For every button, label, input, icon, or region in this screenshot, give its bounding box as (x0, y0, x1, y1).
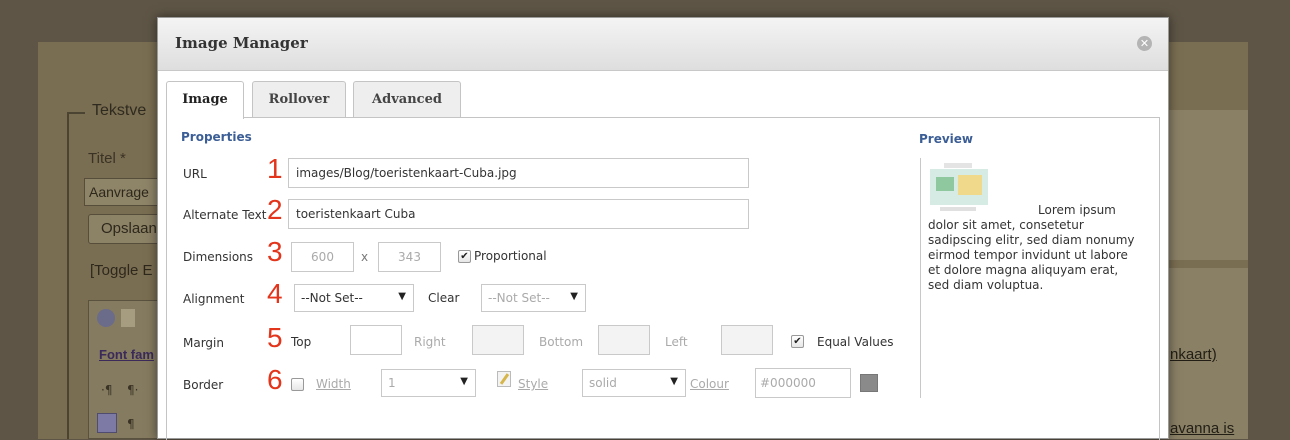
marker-4: 4 (267, 278, 283, 309)
font-family-select[interactable]: Font fam (99, 347, 161, 362)
border-width-value: 1 (388, 376, 396, 390)
dimension-separator: x (361, 250, 369, 264)
margin-bottom-label: Bottom (539, 335, 584, 349)
close-icon[interactable]: ✕ (1137, 36, 1152, 51)
margin-right-input[interactable] (472, 325, 524, 355)
paragraph-rtl-icon[interactable]: ¶· (127, 383, 138, 397)
clear-label: Clear (428, 291, 460, 305)
url-input[interactable]: images/Blog/toeristenkaart-Cuba.jpg (288, 158, 749, 188)
equal-values-checkbox[interactable]: ✔ (791, 335, 804, 348)
alignment-select[interactable]: --Not Set-- ▼ (294, 284, 414, 312)
paragraph-icon[interactable]: ¶ (127, 417, 135, 431)
info-icon[interactable] (97, 309, 115, 327)
border-colour-label: Colour (690, 377, 729, 391)
table-icon[interactable] (97, 413, 117, 433)
margin-bottom-input[interactable] (598, 325, 650, 355)
border-label: Border (183, 378, 224, 392)
dimensions-label: Dimensions (183, 250, 254, 264)
margin-top-input[interactable] (350, 325, 402, 355)
border-style-select[interactable]: solid ▼ (582, 369, 686, 397)
marker-2: 2 (267, 194, 283, 225)
chevron-down-icon: ▼ (570, 291, 578, 302)
border-style-value: solid (589, 376, 617, 390)
title-label: Titel * (88, 150, 126, 167)
properties-heading: Properties (181, 130, 252, 144)
paragraph-ltr-icon[interactable]: ·¶ (101, 383, 112, 397)
save-button[interactable]: Opslaan (88, 214, 168, 244)
width-input[interactable]: 600 (291, 242, 354, 272)
right-panel-top (1168, 110, 1248, 260)
margin-left-input[interactable] (721, 325, 773, 355)
margin-right-label: Right (414, 335, 446, 349)
chevron-down-icon: ▼ (460, 376, 468, 387)
editor-toolbar: Font fam ·¶ ¶· ¶ (88, 300, 168, 439)
url-label: URL (183, 167, 207, 181)
alt-text-label: Alternate Text (183, 208, 267, 222)
border-style-label: Style (518, 377, 549, 391)
title-field[interactable]: Aanvrage (84, 178, 164, 206)
fieldset-border (67, 112, 69, 439)
clear-select-value: --Not Set-- (488, 291, 550, 305)
marker-3: 3 (267, 236, 283, 267)
image-manager-dialog: Image Manager ✕ Image Rollover Advanced … (157, 17, 1169, 440)
height-input[interactable]: 343 (378, 242, 441, 272)
chevron-down-icon: ▼ (670, 376, 678, 387)
margin-left-label: Left (665, 335, 688, 349)
tab-advanced[interactable]: Advanced (353, 81, 461, 118)
border-checkbox[interactable]: ✔ (291, 378, 304, 391)
proportional-label: Proportional (474, 249, 547, 263)
preview-heading: Preview (919, 132, 974, 146)
document-icon[interactable] (121, 309, 135, 327)
edit-style-icon (497, 371, 511, 387)
equal-values-label: Equal Values (817, 335, 894, 349)
border-width-label: Width (316, 377, 351, 391)
marker-1: 1 (267, 153, 283, 184)
fieldset-legend: Tekstve (92, 102, 147, 119)
colour-picker-icon[interactable] (860, 374, 878, 392)
dialog-titlebar[interactable]: Image Manager ✕ (158, 18, 1168, 71)
alignment-label: Alignment (183, 292, 245, 306)
alignment-select-value: --Not Set-- (301, 291, 363, 305)
border-width-select[interactable]: 1 ▼ (381, 369, 476, 397)
margin-label: Margin (183, 336, 224, 350)
chevron-down-icon: ▼ (398, 291, 406, 302)
preview-text: Lorem ipsum dolor sit amet, consetetur s… (928, 203, 1135, 292)
right-link[interactable]: nkaart) (1170, 346, 1217, 363)
margin-top-label: Top (291, 335, 312, 349)
proportional-checkbox[interactable]: ✔ (458, 250, 471, 263)
alt-text-input[interactable]: toeristenkaart Cuba (288, 199, 749, 229)
tab-rollover[interactable]: Rollover (252, 81, 346, 118)
clear-select[interactable]: --Not Set-- ▼ (481, 284, 586, 312)
marker-5: 5 (267, 322, 283, 353)
toggle-editor-link[interactable]: [Toggle E (90, 262, 160, 279)
tab-image[interactable]: Image (166, 81, 244, 119)
marker-6: 6 (267, 364, 283, 395)
border-colour-input[interactable]: #000000 (755, 368, 851, 398)
preview-divider (920, 158, 921, 398)
fieldset-border-top (67, 112, 85, 114)
dialog-title: Image Manager (175, 34, 308, 52)
right-text: avanna is (1170, 420, 1235, 437)
